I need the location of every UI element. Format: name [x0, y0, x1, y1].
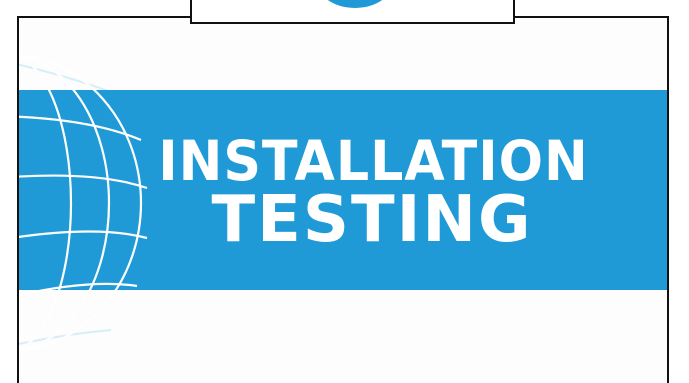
slide-title-line1: INSTALLATION	[158, 129, 589, 193]
slide-canvas: INSTALLATION TESTING	[0, 0, 689, 383]
logo-arc-icon	[327, 0, 383, 8]
slide-frame: INSTALLATION TESTING	[17, 16, 669, 383]
slide-title-line2: TESTING	[211, 183, 533, 257]
header-tab	[190, 0, 515, 24]
